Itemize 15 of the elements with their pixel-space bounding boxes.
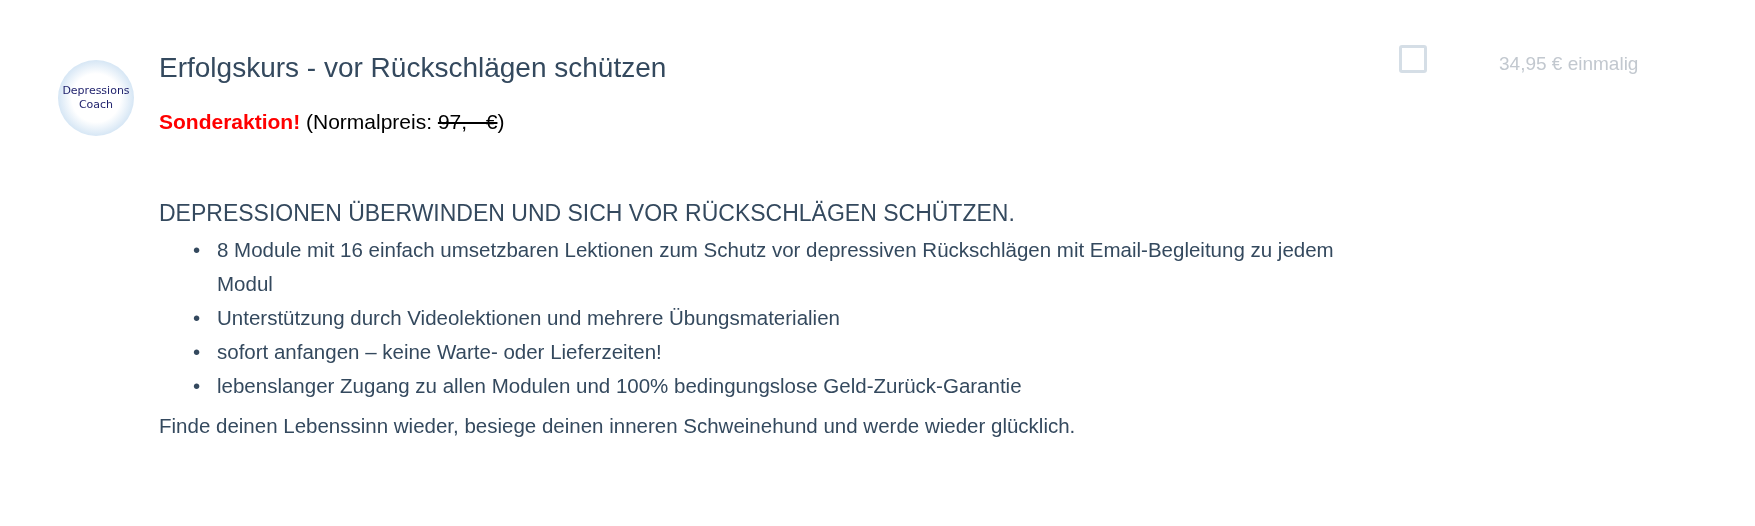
product-title: Erfolgskurs - vor Rückschlägen schützen [159,51,668,85]
bullet-item: lebenslanger Zugang zu allen Modulen und 100% bedingungslose Geld-Zurück-Garantie [217,373,1023,400]
description-text: Finde deinen Lebenssinn wieder, besiege deinen inneren Schweinehund und werde wieder glücklich. [159,413,1077,440]
promo-text: Sonderaktion! (Normalpreis: 97, - €) [159,109,506,136]
section-heading: DEPRESSIONEN ÜBERWINDEN UND SICH VOR RÜCKSCHLÄGEN SCHÜTZEN. [159,199,1016,228]
bullet-marker: • [193,373,202,400]
price-text: 34,95 € einmalig [1499,52,1639,76]
bullet-marker: • [193,305,202,332]
bullet-marker: • [193,339,202,366]
select-checkbox[interactable] [1399,45,1427,73]
bullet-item: Unterstützung durch Videolektionen und mehrere Übungsmaterialien [217,305,841,332]
bullet-item: sofort anfangen – keine Warte- oder Lieferzeiten! [217,339,663,366]
logo: Depressions Coach [58,60,134,136]
bullet-item: 8 Module mit 16 einfach umsetzbaren Lektionen zum Schutz vor depressiven Rückschlägen mit Email-Begleitung zu jedem Modul [217,237,1335,298]
bullet-marker: • [193,237,202,264]
